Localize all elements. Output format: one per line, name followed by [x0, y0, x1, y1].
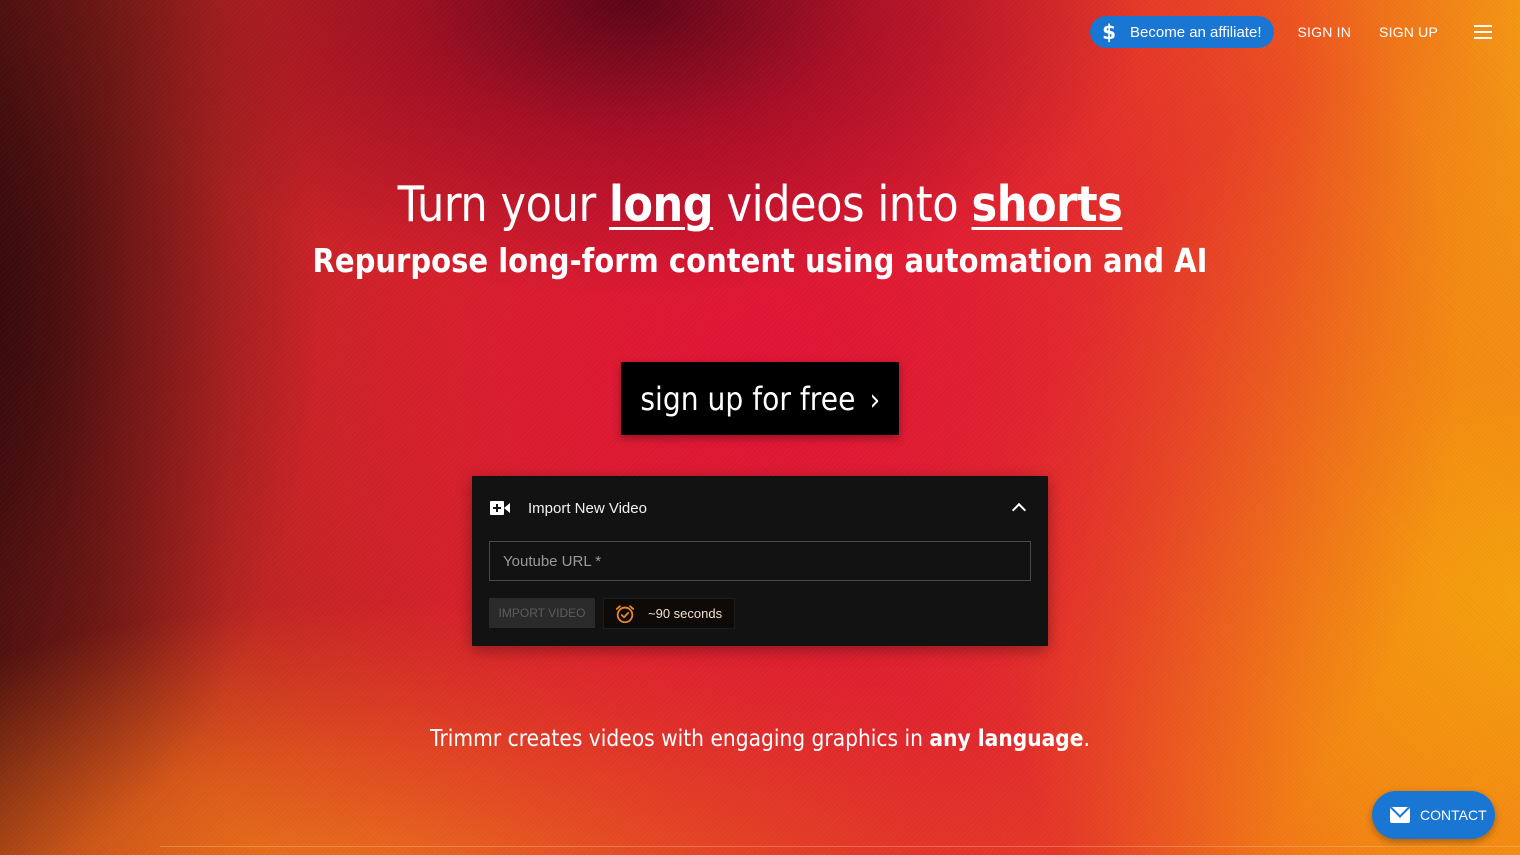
become-affiliate-button[interactable]: $ Become an affiliate! [1090, 16, 1274, 48]
import-card-header[interactable]: Import New Video [472, 476, 1048, 540]
import-video-card: Import New Video IMPORT VIDEO ~90 second… [472, 476, 1048, 646]
affiliate-label: Become an affiliate! [1130, 23, 1262, 41]
title-emphasis-long: long [609, 176, 714, 233]
video-plus-icon [490, 501, 510, 515]
title-text: Turn your [397, 176, 610, 233]
hero-title: Turn your long videos into shorts [91, 176, 1429, 233]
hero-subtitle: Repurpose long-form content using automa… [312, 241, 1208, 280]
title-text: videos into [713, 176, 972, 233]
time-estimate-badge: ~90 seconds [603, 598, 735, 629]
tagline-period: . [1083, 726, 1090, 752]
contact-button[interactable]: CONTACT [1372, 791, 1495, 839]
time-estimate-text: ~90 seconds [648, 606, 723, 621]
import-card-title: Import New Video [528, 499, 647, 517]
mail-icon [1390, 807, 1410, 823]
import-video-button[interactable]: IMPORT VIDEO [489, 598, 595, 628]
chevron-up-icon[interactable] [1011, 502, 1027, 518]
tagline-bold: any language [929, 726, 1084, 752]
tagline-text: Trimmr creates videos with engaging grap… [430, 726, 930, 752]
hamburger-menu-icon[interactable] [1474, 25, 1492, 39]
contact-label: CONTACT [1420, 807, 1487, 823]
chevron-right-icon: › [869, 382, 880, 418]
title-emphasis-shorts: shorts [971, 176, 1123, 233]
youtube-url-input[interactable] [489, 541, 1031, 581]
sign-up-link[interactable]: SIGN UP [1379, 24, 1438, 40]
sign-up-free-button[interactable]: sign up for free › [621, 362, 899, 435]
section-divider [160, 846, 1520, 847]
cta-label: sign up for free [640, 379, 856, 418]
sign-in-link[interactable]: SIGN IN [1298, 24, 1352, 40]
tagline: Trimmr creates videos with engaging grap… [91, 726, 1429, 752]
alarm-clock-icon [615, 604, 635, 623]
dollar-icon: $ [1102, 20, 1117, 44]
top-navigation: $ Become an affiliate! SIGN IN SIGN UP [1090, 16, 1492, 48]
